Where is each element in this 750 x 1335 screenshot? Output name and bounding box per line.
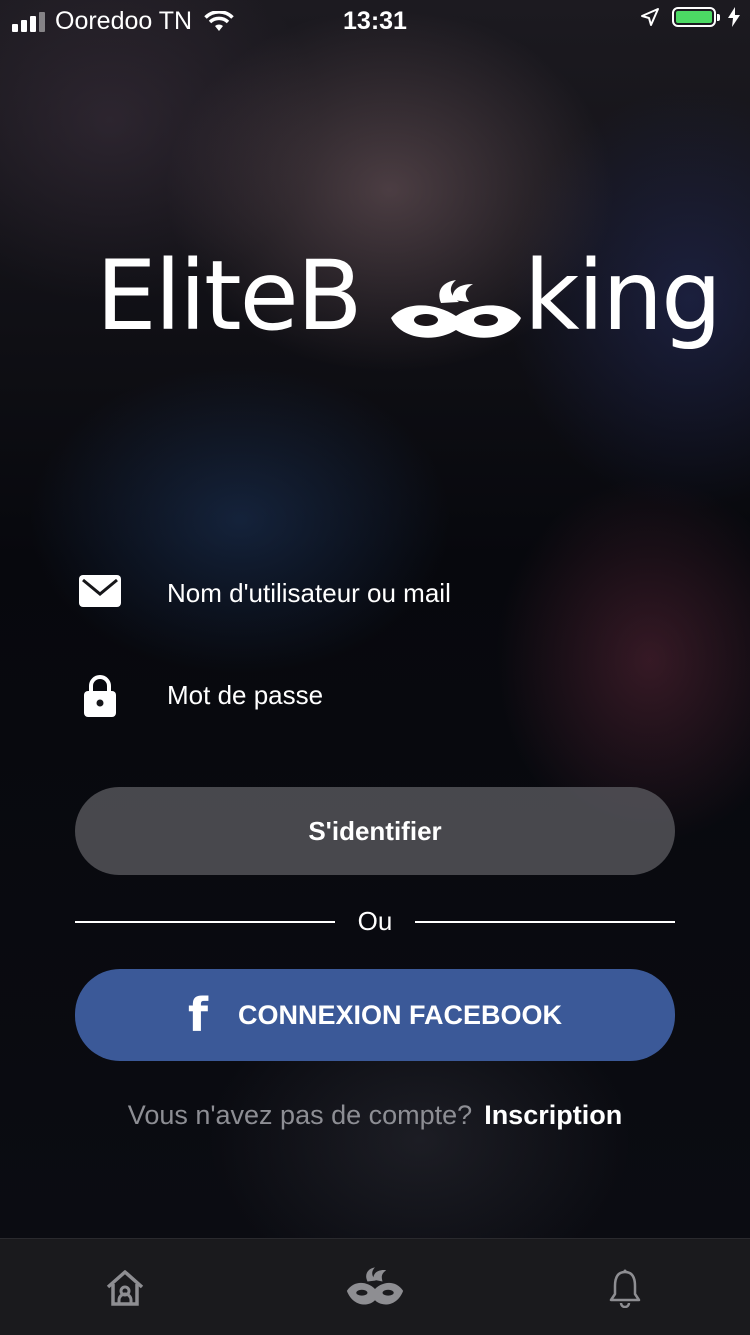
username-field-row [75,558,675,628]
tab-bar [0,1238,750,1335]
or-divider: Ou [75,902,675,942]
location-icon [641,8,659,26]
divider-line-right [415,921,675,923]
battery-icon [672,7,720,27]
logo-text-right: king [524,240,722,352]
bell-icon [609,1269,641,1308]
facebook-login-label: CONNEXION FACEBOOK [237,999,563,1030]
logo-text-left: EliteB [96,240,363,352]
login-button[interactable]: S'identifier [75,787,675,875]
app-logo: EliteB king [96,240,722,368]
signup-row: Vous n'avez pas de compte? Inscription [0,1100,750,1131]
tab-mask[interactable] [345,1263,405,1313]
tab-home[interactable] [95,1263,155,1313]
home-icon [106,1270,144,1306]
facebook-icon: f [187,988,208,1042]
password-input[interactable] [165,666,669,724]
clock: 13:31 [343,7,407,35]
password-field-row [75,660,675,730]
username-input[interactable] [165,564,669,622]
mail-icon [79,575,121,607]
charging-icon [728,7,740,27]
mask-icon [346,1267,404,1305]
signup-question: Vous n'avez pas de compte? [127,1100,473,1130]
lock-icon [84,675,116,717]
signup-link[interactable]: Inscription [484,1100,622,1130]
tab-notifications[interactable] [595,1263,655,1313]
facebook-login-button[interactable]: f CONNEXION FACEBOOK [75,969,675,1061]
mask-logo-icon [391,280,521,338]
status-bar: Ooredoo TN 13:31 [0,0,750,40]
